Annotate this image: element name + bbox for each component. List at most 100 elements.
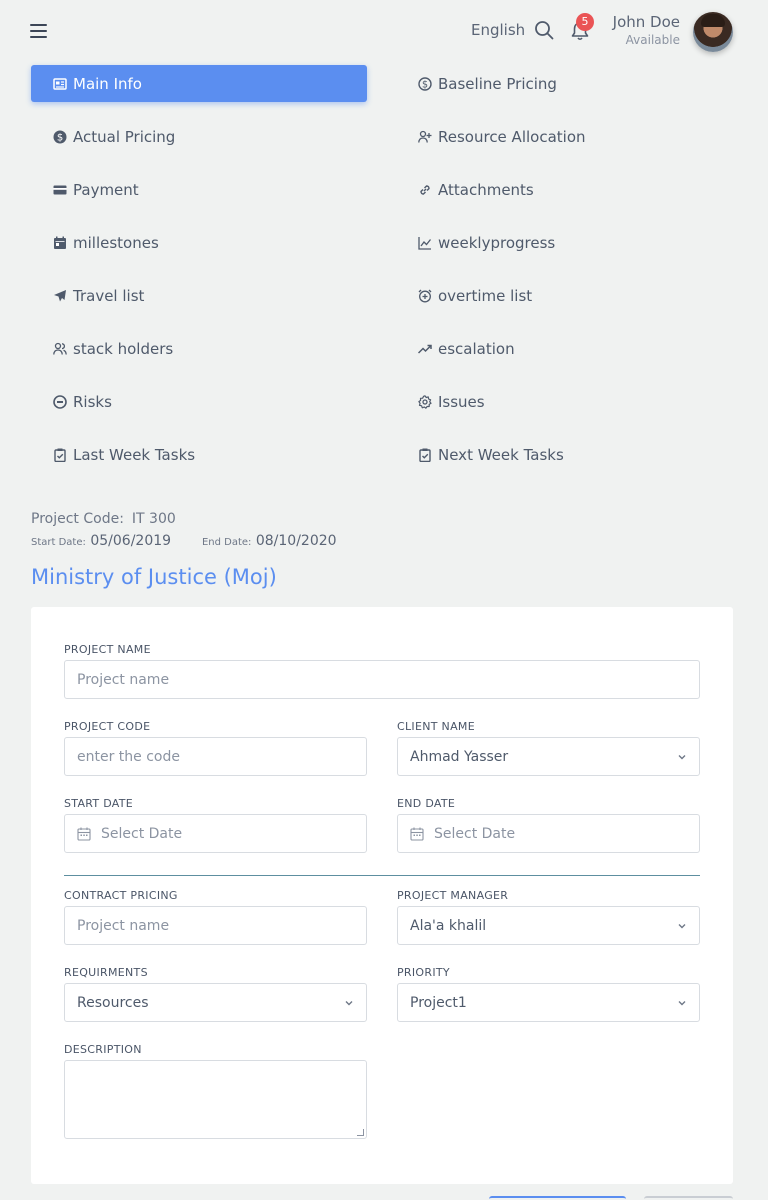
search-icon[interactable] <box>534 20 554 40</box>
project-code: Project Code: IT 300 <box>31 511 176 527</box>
placeholder: enter the code <box>77 748 180 765</box>
notification-badge: 5 <box>576 13 594 31</box>
line-chart-icon <box>418 236 432 250</box>
project-manager-label: PROJECT MANAGER <box>397 889 509 902</box>
user-name[interactable]: John Doe <box>613 13 680 31</box>
plane-icon <box>53 289 67 303</box>
dollar-circle-outline-icon: $ <box>418 76 432 91</box>
start-date-label: Start Date: <box>31 537 86 548</box>
trending-up-icon <box>418 342 432 356</box>
nav-actual-pricing[interactable]: $ Actual Pricing <box>31 118 367 155</box>
project-name-label: PROJECT NAME <box>64 643 151 656</box>
minus-circle-icon <box>53 394 67 409</box>
selected-value: Resources <box>77 994 149 1011</box>
project-code-value: IT 300 <box>131 511 176 527</box>
end-date-value: 08/10/2020 <box>255 533 337 549</box>
nav-label: Risks <box>73 392 112 411</box>
nav-last-week-tasks[interactable]: Last Week Tasks <box>31 436 367 473</box>
credit-card-icon <box>53 183 67 197</box>
selected-value: Ala'a khalil <box>410 917 487 934</box>
nav-payment[interactable]: Payment <box>31 171 367 208</box>
nav-attachments[interactable]: Attachments <box>397 171 733 208</box>
nav-overtime-list[interactable]: overtime list <box>397 277 733 314</box>
start-date-field-label: START DATE <box>64 797 134 810</box>
calendar-icon <box>53 236 67 250</box>
client-name-select[interactable]: Ahmad Yasser <box>397 737 700 776</box>
alarm-plus-icon <box>418 289 432 303</box>
avatar[interactable] <box>693 12 733 52</box>
nav-baseline-pricing[interactable]: $ Baseline Pricing <box>397 65 733 102</box>
nav-label: Baseline Pricing <box>438 74 557 93</box>
project-code-input[interactable]: enter the code <box>64 737 367 776</box>
language-selector[interactable]: English <box>471 21 525 39</box>
page-title: Ministry of Justice (Moj) <box>31 565 277 589</box>
user-plus-icon <box>418 130 432 144</box>
nav-label: Next Week Tasks <box>438 445 564 464</box>
users-icon <box>53 342 67 356</box>
selected-value: Project1 <box>410 994 467 1011</box>
nav-label: weeklyprogress <box>438 233 556 252</box>
start-date-value: 05/06/2019 <box>90 533 172 549</box>
divider <box>64 875 700 876</box>
calendar-icon <box>77 827 91 841</box>
nav-main-info[interactable]: Main Info <box>31 65 367 102</box>
nav-label: Travel list <box>73 286 145 305</box>
chevron-down-icon <box>345 1001 353 1006</box>
selected-value: Ahmad Yasser <box>410 748 509 765</box>
nav-label: Issues <box>438 392 485 411</box>
link-icon <box>418 183 432 197</box>
nav-label: Actual Pricing <box>73 127 176 146</box>
project-name-input[interactable]: Project name <box>64 660 700 699</box>
nav-issues[interactable]: Issues <box>397 383 733 420</box>
nav-label: stack holders <box>73 339 174 358</box>
project-dates: Start Date: 05/06/2019 End Date: 08/10/2… <box>31 533 337 549</box>
project-form: PROJECT NAME Project name PROJECT CODE e… <box>31 607 733 1184</box>
project-code-field-label: PROJECT CODE <box>64 720 151 733</box>
chevron-down-icon <box>678 755 686 760</box>
calendar-icon <box>410 827 424 841</box>
nav-weeklyprogress[interactable]: weeklyprogress <box>397 224 733 261</box>
placeholder: Project name <box>77 671 170 688</box>
nav-label: escalation <box>438 339 515 358</box>
nav-stack-holders[interactable]: stack holders <box>31 330 367 367</box>
svg-text:$: $ <box>57 132 63 143</box>
placeholder: Select Date <box>101 825 183 842</box>
clipboard-check-icon <box>418 448 432 462</box>
end-date-field-label: END DATE <box>397 797 456 810</box>
client-name-label: CLIENT NAME <box>397 720 475 733</box>
nav-label: Main Info <box>73 74 142 93</box>
menu-icon[interactable] <box>30 24 47 38</box>
nav-label: Resource Allocation <box>438 127 586 146</box>
gear-icon <box>418 394 432 409</box>
nav-millestones[interactable]: millestones <box>31 224 367 261</box>
nav-escalation[interactable]: escalation <box>397 330 733 367</box>
start-date-picker[interactable]: Select Date <box>64 814 367 853</box>
placeholder: Project name <box>77 917 170 934</box>
project-manager-select[interactable]: Ala'a khalil <box>397 906 700 945</box>
nav-label: Attachments <box>438 180 534 199</box>
nav-risks[interactable]: Risks <box>31 383 367 420</box>
contract-pricing-input[interactable]: Project name <box>64 906 367 945</box>
nav-resource-allocation[interactable]: Resource Allocation <box>397 118 733 155</box>
svg-text:$: $ <box>422 79 428 90</box>
project-code-label: Project Code: <box>31 511 124 527</box>
user-status: Available <box>625 33 680 47</box>
secondary-button-edge[interactable] <box>644 1196 733 1200</box>
nav-travel-list[interactable]: Travel list <box>31 277 367 314</box>
nav-label: Last Week Tasks <box>73 445 196 464</box>
end-date-picker[interactable]: Select Date <box>397 814 700 853</box>
requirements-select[interactable]: Resources <box>64 983 367 1022</box>
newspaper-icon <box>53 77 67 91</box>
nav-next-week-tasks[interactable]: Next Week Tasks <box>397 436 733 473</box>
nav-label: Payment <box>73 180 139 199</box>
description-textarea[interactable] <box>64 1060 367 1139</box>
end-date-label: End Date: <box>201 537 252 548</box>
contract-pricing-label: CONTRACT PRICING <box>64 889 178 902</box>
priority-select[interactable]: Project1 <box>397 983 700 1022</box>
chevron-down-icon <box>678 1001 686 1006</box>
requirements-label: REQUIRMENTS <box>64 966 148 979</box>
primary-button-edge[interactable] <box>489 1196 626 1200</box>
priority-label: PRIORITY <box>397 966 450 979</box>
nav-label: overtime list <box>438 286 533 305</box>
placeholder: Select Date <box>434 825 516 842</box>
